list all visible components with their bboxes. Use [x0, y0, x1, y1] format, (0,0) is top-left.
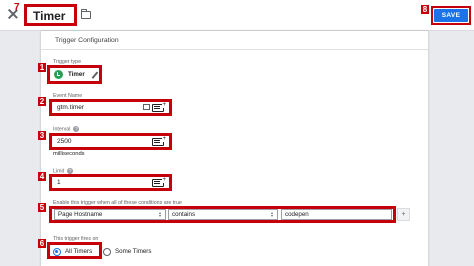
timer-icon: [54, 70, 63, 79]
select-caret-icon: [159, 212, 162, 217]
condition-value-input[interactable]: codepen: [281, 209, 392, 220]
annotation-4: 4: [38, 172, 46, 181]
event-name-value: gtm.timer: [57, 104, 85, 111]
annotation-3: 3: [38, 131, 46, 140]
some-timers-label[interactable]: Some Timers: [115, 248, 151, 255]
condition-value: codepen: [285, 211, 309, 218]
top-bar: 7 Timer 8 SAVE: [0, 0, 474, 31]
annotation-2: 2: [38, 97, 46, 106]
event-name-field[interactable]: gtm.timer: [49, 99, 172, 116]
save-highlight: SAVE: [431, 6, 471, 25]
folder-icon[interactable]: [80, 9, 91, 19]
condition-operator-select[interactable]: contains: [168, 209, 278, 220]
save-button[interactable]: SAVE: [434, 9, 468, 22]
annotation-6: 6: [38, 239, 46, 248]
interval-value: 2500: [57, 138, 72, 145]
trigger-name: Timer: [33, 9, 66, 23]
condition-variable-select[interactable]: Page Hostname: [54, 209, 166, 220]
condition-variable-value: Page Hostname: [58, 211, 103, 218]
variable-picker-icon[interactable]: [152, 102, 166, 112]
all-timers-label[interactable]: All Timers: [65, 248, 92, 255]
select-caret-icon: [271, 212, 274, 217]
card-divider: [41, 49, 428, 50]
annotation-5: 5: [38, 203, 46, 212]
interval-units: milliseconds: [53, 151, 85, 157]
card-title: Trigger Configuration: [55, 37, 119, 44]
limit-field[interactable]: 1: [49, 174, 172, 191]
add-condition-button[interactable]: +: [397, 208, 410, 221]
help-icon[interactable]: ?: [73, 126, 80, 132]
pencil-icon[interactable]: [91, 71, 98, 79]
interval-label: Interval?: [53, 126, 80, 133]
list-icon[interactable]: [143, 104, 150, 110]
trigger-type-selector[interactable]: Timer: [47, 65, 102, 84]
some-timers-radio[interactable]: [103, 248, 111, 256]
limit-value: 1: [57, 179, 61, 186]
fires-on-highlight: All Timers: [47, 242, 102, 259]
trigger-configuration-card: Trigger Configuration Trigger type Timer…: [41, 31, 428, 266]
annotation-8: 8: [421, 5, 429, 14]
all-timers-radio[interactable]: [53, 248, 61, 256]
annotation-1: 1: [38, 63, 46, 72]
interval-field[interactable]: 2500: [49, 133, 172, 150]
variable-picker-icon[interactable]: [152, 136, 166, 146]
interval-label-text: Interval: [53, 126, 71, 133]
variable-picker-icon[interactable]: [152, 177, 166, 187]
annotation-7: 7: [14, 2, 20, 13]
trigger-name-field[interactable]: Timer: [24, 4, 77, 26]
trigger-type-value: Timer: [68, 71, 85, 78]
condition-operator-value: contains: [172, 211, 196, 218]
